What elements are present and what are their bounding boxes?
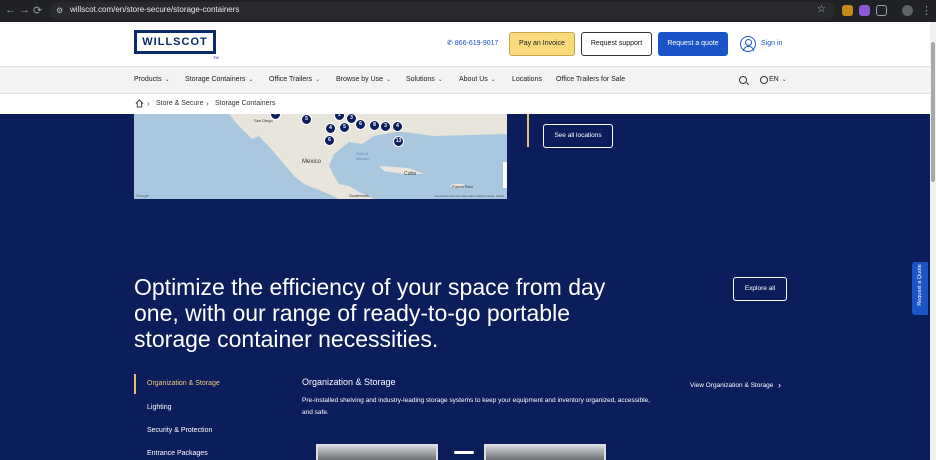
category-organization-storage[interactable]: Organization & Storage: [147, 380, 220, 387]
map-zoom-control[interactable]: [503, 162, 507, 188]
nav-label: Office Trailers: [269, 76, 313, 83]
map-label: San Diego: [254, 118, 273, 123]
chevron-down-icon: ⌄: [315, 77, 321, 83]
bookmark-star-icon[interactable]: ☆: [817, 4, 826, 15]
breadcrumb-separator-icon: ›: [147, 99, 150, 108]
nav-label: About Us: [459, 76, 488, 83]
map-marker[interactable]: 4: [392, 121, 403, 132]
request-quote-side-tab[interactable]: Request a Quote: [912, 262, 928, 315]
nav-label: Solutions: [406, 76, 435, 83]
page-headline: Optimize the efficiency of your space fr…: [134, 274, 606, 352]
active-category-indicator: [134, 374, 136, 394]
browser-toolbar: ← → ⟳ ⚙ willscot.com/en/store-secure/sto…: [0, 0, 936, 22]
google-attribution: Google: [136, 193, 149, 198]
map-marker[interactable]: 5: [301, 114, 312, 125]
chevron-down-icon: ⌄: [248, 77, 254, 83]
map-marker[interactable]: 8: [369, 120, 380, 131]
search-icon[interactable]: [739, 76, 747, 84]
view-category-link[interactable]: View Organization & Storage: [690, 382, 773, 389]
page-scrollbar[interactable]: [930, 22, 936, 460]
breadcrumb-separator-icon: ›: [206, 99, 209, 108]
product-image[interactable]: [316, 444, 438, 460]
profile-avatar[interactable]: [902, 5, 913, 16]
map-marker[interactable]: 13: [393, 136, 404, 147]
request-quote-button[interactable]: Request a quote: [658, 32, 728, 56]
breadcrumb: › Store & Secure › Storage Containers: [0, 94, 930, 114]
category-security-protection[interactable]: Security & Protection: [147, 427, 212, 434]
chevron-down-icon: ⌄: [164, 77, 170, 83]
see-all-locations-button[interactable]: See all locations: [543, 124, 613, 148]
user-icon[interactable]: [740, 36, 756, 52]
map-label: Mexico: [302, 159, 322, 165]
logo-text: WILLSCOT: [142, 36, 208, 48]
scrollbar-thumb[interactable]: [931, 42, 935, 182]
logo-trademark: TM: [213, 55, 219, 60]
map-marker[interactable]: 3: [380, 121, 391, 132]
chevron-down-icon: ⌄: [437, 77, 443, 83]
category-description: Pre-installed shelving and industry-lead…: [302, 397, 650, 416]
pay-invoice-button[interactable]: Pay an Invoice: [509, 32, 575, 56]
main-content: 5 4 5 3 3 6 4 8 13 6 2 7 San Diego Mexic…: [0, 114, 930, 460]
nav-label: Products: [134, 76, 162, 83]
address-bar[interactable]: ⚙ willscot.com/en/store-secure/storage-c…: [50, 2, 835, 20]
chevron-right-icon[interactable]: ›: [778, 380, 781, 390]
nav-item-browse-by-use[interactable]: Browse by Use ⌄: [336, 76, 391, 83]
nav-item-office-trailers-for-sale[interactable]: Office Trailers for Sale: [556, 76, 625, 83]
menu-kebab-icon[interactable]: ⋮: [921, 4, 932, 17]
nav-item-products[interactable]: Products ⌄: [134, 76, 170, 83]
breadcrumb-item-current: Storage Containers: [215, 100, 276, 107]
category-title: Organization & Storage: [302, 377, 396, 387]
nav-label: Storage Containers: [185, 76, 246, 83]
map-marker[interactable]: 6: [355, 119, 366, 130]
phone-link[interactable]: ✆ 866-619-9017: [447, 39, 498, 47]
site-info-icon[interactable]: ⚙: [56, 6, 63, 15]
nav-item-storage-containers[interactable]: Storage Containers ⌄: [185, 76, 253, 83]
map-marker[interactable]: 6: [324, 135, 335, 146]
side-tab-label: Request a Quote: [917, 264, 923, 306]
nav-label: Browse by Use: [336, 76, 384, 83]
extensions-puzzle-icon[interactable]: [876, 5, 887, 16]
reload-icon[interactable]: ⟳: [33, 4, 42, 17]
extension-icon[interactable]: [842, 5, 853, 16]
home-icon[interactable]: [135, 99, 144, 108]
language-selector[interactable]: EN ⌄: [769, 76, 787, 83]
nav-item-about-us[interactable]: About Us ⌄: [459, 76, 496, 83]
nav-item-office-trailers[interactable]: Office Trailers ⌄: [269, 76, 320, 83]
nav-item-solutions[interactable]: Solutions ⌄: [406, 76, 443, 83]
locations-map[interactable]: 5 4 5 3 3 6 4 8 13 6 2 7 San Diego Mexic…: [134, 114, 507, 199]
breadcrumb-item[interactable]: Store & Secure: [156, 100, 203, 107]
phone-number: 866-619-9017: [454, 40, 499, 47]
map-marker[interactable]: 5: [339, 122, 350, 133]
explore-all-button[interactable]: Explore all: [733, 277, 787, 301]
language-label: EN: [769, 76, 779, 83]
nav-item-locations[interactable]: Locations: [512, 76, 542, 83]
sign-in-link[interactable]: Sign in: [761, 40, 782, 47]
request-support-button[interactable]: Request support: [581, 32, 652, 56]
map-label: Puerto Rico: [452, 184, 473, 189]
map-label: Gulf of Mexico: [356, 151, 369, 161]
accent-divider: [527, 114, 529, 147]
carousel-indicator[interactable]: [454, 451, 474, 454]
main-nav: Products ⌄ Storage Containers ⌄ Office Tra…: [0, 66, 930, 94]
back-icon[interactable]: ←: [5, 4, 16, 16]
site-header: WILLSCOT TM ✆ 866-619-9017 Pay an Invoic…: [0, 22, 930, 66]
willscot-logo[interactable]: WILLSCOT: [134, 30, 216, 54]
forward-icon[interactable]: →: [19, 4, 30, 16]
extension-icon[interactable]: [859, 5, 870, 16]
product-image[interactable]: [484, 444, 606, 460]
chevron-down-icon: ⌄: [386, 77, 392, 83]
map-marker[interactable]: 4: [325, 123, 336, 134]
chevron-down-icon: ⌄: [490, 77, 496, 83]
url-text: willscot.com/en/store-secure/storage-con…: [70, 5, 240, 14]
map-label: Cuba: [404, 171, 416, 177]
map-label: Guatemala: [349, 193, 369, 198]
chevron-down-icon: ⌄: [781, 77, 787, 83]
category-lighting[interactable]: Lighting: [147, 404, 172, 411]
category-entrance-packages[interactable]: Entrance Packages: [147, 450, 208, 457]
map-credit: Keyboard shortcuts Map data ©2025 Google…: [434, 194, 504, 198]
globe-icon[interactable]: [760, 76, 768, 84]
